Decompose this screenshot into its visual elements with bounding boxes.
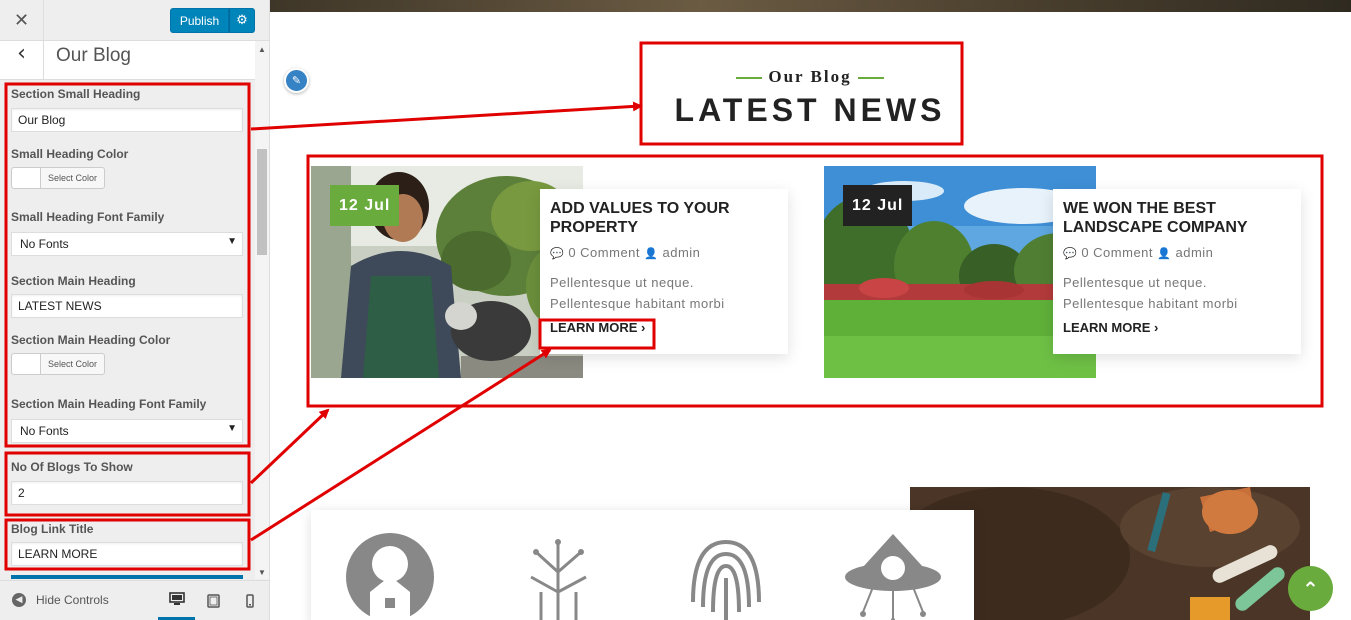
main-heading-font-value: No Fonts [20, 424, 69, 438]
post-2-learn-more-link[interactable]: LEARN MORE › [1063, 320, 1291, 335]
edit-shortcut-pencil-icon[interactable]: ✎ [284, 68, 309, 93]
desktop-preview-icon[interactable] [158, 581, 195, 620]
close-icon[interactable]: ✕ [0, 0, 44, 41]
small-heading-font-value: No Fonts [20, 237, 69, 251]
post-2-excerpt-line-1: Pellentesque ut neque. [1063, 275, 1207, 290]
post-1-card: ADD VALUES TO YOUR PROPERTY 💬 0 Comment … [540, 189, 788, 354]
post-2-meta: 💬 0 Comment 👤 admin [1063, 245, 1291, 260]
select-color-label: Select Color [47, 173, 98, 183]
heading-line-right [857, 77, 884, 80]
post-2-comments[interactable]: 0 Comment [1081, 245, 1153, 260]
scroll-up-icon[interactable]: ▲ [255, 45, 269, 54]
small-heading-text: Our Blog [768, 67, 852, 86]
hide-controls-icon[interactable]: ◀ [12, 593, 26, 607]
main-heading-input[interactable] [11, 294, 243, 318]
user-icon: 👤 [1157, 247, 1172, 260]
ufo-icon [845, 534, 941, 620]
blog-main-heading: LATEST NEWS [674, 92, 946, 128]
post-2-excerpt-line-2: Pellentesque habitant morbi [1063, 296, 1238, 311]
comments-icon: 💬 [1063, 247, 1078, 260]
post-1-author[interactable]: admin [662, 245, 700, 260]
post-1-comments[interactable]: 0 Comment [568, 245, 640, 260]
post-1-meta: 💬 0 Comment 👤 admin [550, 245, 778, 260]
fingerprint-icon [691, 539, 761, 620]
color-preview [12, 168, 41, 188]
scroll-to-top-icon[interactable]: ⌃ [1288, 566, 1333, 611]
circuit-tree-icon [530, 539, 587, 620]
hide-controls-button[interactable]: Hide Controls [36, 593, 109, 607]
gear-icon[interactable]: ⚙ [229, 8, 255, 33]
blog-small-heading: Our Blog [640, 67, 980, 87]
section-header: ‹ Our Blog [0, 41, 255, 80]
post-1-excerpt-line-2: Pellentesque habitant morbi [550, 296, 725, 311]
post-1-excerpt-line-1: Pellentesque ut neque. [550, 275, 694, 290]
publish-button[interactable]: Publish [170, 8, 229, 33]
small-heading-color-label: Small Heading Color [11, 147, 129, 161]
next-section-edge [11, 575, 243, 579]
dropdown-caret-icon: ▼ [227, 423, 237, 434]
user-icon: 👤 [644, 247, 659, 260]
mobile-preview-icon[interactable] [238, 581, 262, 620]
link-title-input[interactable] [11, 542, 243, 566]
post-1-date-badge: 12 Jul [330, 185, 400, 226]
small-heading-font-label: Small Heading Font Family [11, 210, 165, 224]
main-heading-color-picker[interactable]: Select Color [11, 353, 105, 375]
small-heading-font-select[interactable]: No Fonts ▼ [11, 232, 243, 256]
main-heading-font-select[interactable]: No Fonts ▼ [11, 419, 243, 443]
post-2-learn-more-label: LEARN MORE [1063, 320, 1151, 335]
scroll-down-icon[interactable]: ▼ [255, 568, 269, 577]
customizer-footer: ◀ Hide Controls [0, 580, 269, 620]
main-heading-font-label: Section Main Heading Font Family [11, 397, 207, 411]
chevron-left-icon[interactable]: ‹ [0, 41, 44, 79]
chevron-right-icon: › [1154, 320, 1159, 335]
post-2-author[interactable]: admin [1175, 245, 1213, 260]
small-heading-label: Section Small Heading [11, 87, 141, 101]
customizer-header: ✕ Publish ⚙ [0, 0, 269, 41]
sidebar-scrollbar[interactable]: ▲ ▼ [255, 41, 269, 579]
tree-house-icon [346, 533, 434, 620]
customizer-screen: ✕ Publish ⚙ ‹ Our Blog ▲ ▼ Section Small… [0, 0, 1351, 620]
hero-bottom-edge [270, 0, 1351, 12]
post-2-excerpt: Pellentesque ut neque. Pellentesque habi… [1063, 272, 1291, 314]
post-2-card: WE WON THE BEST LANDSCAPE COMPANY 💬 0 Co… [1053, 189, 1301, 354]
main-heading-label: Section Main Heading [11, 274, 136, 288]
chevron-right-icon: › [641, 320, 646, 335]
customizer-sidebar: ✕ Publish ⚙ ‹ Our Blog ▲ ▼ Section Small… [0, 0, 270, 620]
color-preview [12, 354, 41, 374]
post-1-learn-more-link[interactable]: LEARN MORE › [550, 320, 778, 335]
post-1-title[interactable]: ADD VALUES TO YOUR PROPERTY [550, 199, 778, 237]
post-1-learn-more-label: LEARN MORE [550, 320, 638, 335]
post-2-date-badge: 12 Jul [843, 185, 913, 226]
blogs-count-label: No Of Blogs To Show [11, 460, 133, 474]
small-heading-input[interactable] [11, 108, 243, 132]
features-card [311, 510, 974, 620]
comments-icon: 💬 [550, 247, 565, 260]
tablet-preview-icon[interactable] [200, 581, 226, 620]
small-heading-color-picker[interactable]: Select Color [11, 167, 105, 189]
heading-line-left [736, 77, 763, 80]
dropdown-caret-icon: ▼ [227, 236, 237, 247]
site-preview: ✎ Our Blog LATEST NEWS 12 Jul ADD VALUES… [270, 0, 1351, 620]
post-1-excerpt: Pellentesque ut neque. Pellentesque habi… [550, 272, 778, 314]
blogs-count-input[interactable] [11, 481, 243, 505]
select-color-label: Select Color [47, 359, 98, 369]
scrollbar-thumb[interactable] [257, 149, 267, 255]
post-2-title[interactable]: WE WON THE BEST LANDSCAPE COMPANY [1063, 199, 1291, 237]
section-title: Our Blog [56, 45, 131, 66]
main-heading-color-label: Section Main Heading Color [11, 333, 171, 347]
link-title-label: Blog Link Title [11, 522, 94, 536]
